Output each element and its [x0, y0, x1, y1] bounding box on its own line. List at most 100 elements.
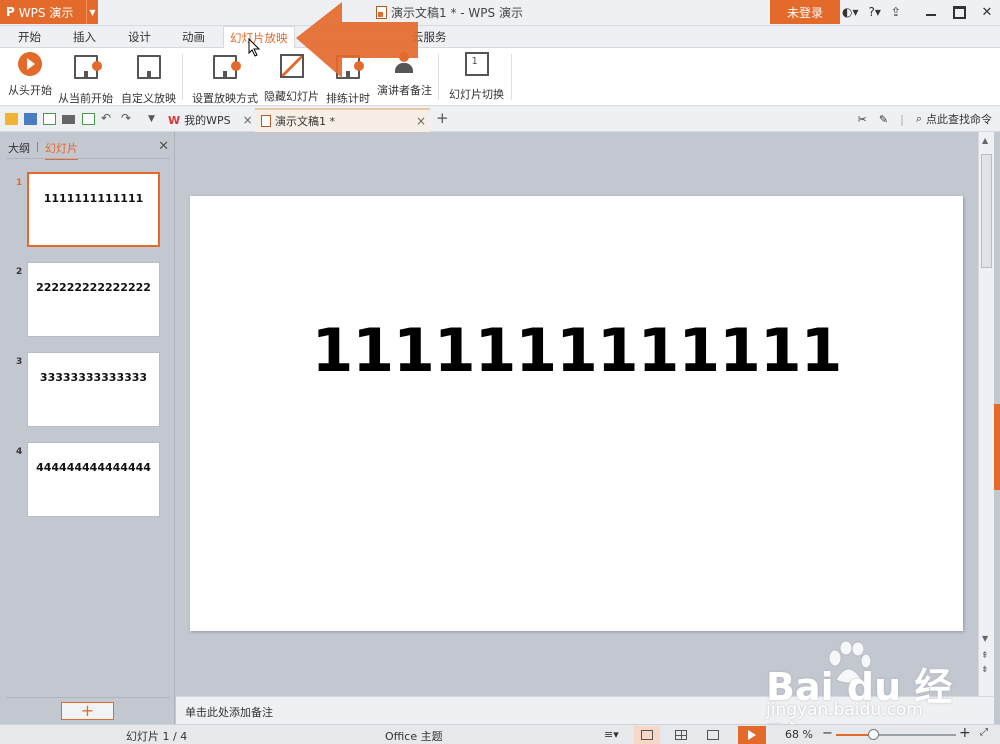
add-slide-button[interactable]: +: [61, 702, 114, 720]
undo-icon[interactable]: ↶: [101, 111, 111, 125]
play-from-start-label: 从头开始: [8, 84, 52, 97]
window-controls: ✕: [924, 0, 994, 24]
print-preview-icon[interactable]: [82, 113, 95, 125]
play-from-current-label: 从当前开始: [58, 92, 113, 105]
skin-icon[interactable]: ◐▾: [842, 5, 859, 19]
play-from-current-button[interactable]: 从当前开始: [58, 52, 113, 106]
app-menu-button[interactable]: P WPS 演示 ▼: [0, 0, 98, 24]
close-icon[interactable]: ×: [243, 113, 253, 127]
slide-counter: 幻灯片 1 / 4: [126, 730, 188, 743]
theme-name: Office 主题: [385, 730, 443, 743]
slide-sorter-icon: [675, 730, 687, 740]
zoom-slider-knob[interactable]: [868, 729, 880, 740]
play-current-icon: [73, 55, 102, 79]
scroll-up-icon[interactable]: ▲: [982, 136, 988, 145]
search-command-input[interactable]: 点此查找命令: [926, 111, 992, 127]
help-label: ?: [868, 5, 875, 19]
wps-logo-icon: P: [6, 5, 15, 19]
app-name: WPS 演示: [18, 5, 74, 20]
thumbnail-text: 33333333333333: [39, 371, 148, 384]
tab-design[interactable]: 设计: [128, 26, 151, 48]
slide-title-text[interactable]: 1111111111111: [190, 316, 963, 386]
tab-outline[interactable]: 大纲: [8, 140, 30, 156]
setup-show-button[interactable]: 设置放映方式: [192, 52, 258, 106]
tab-home[interactable]: 开始: [18, 26, 41, 48]
slide-thumbnail[interactable]: 444444444444444: [27, 442, 160, 517]
vertical-scrollbar[interactable]: ▲ ▼: [978, 132, 994, 696]
zoom-slider[interactable]: [836, 729, 956, 740]
pane-tabs: 大纲 幻灯片 ✕: [0, 136, 175, 160]
doc-tab-label: 演示文稿1 *: [275, 115, 335, 128]
pointer-arrow-overlay: [296, 2, 418, 78]
tab-divider: [37, 142, 38, 152]
print-icon[interactable]: [62, 115, 75, 124]
scrollbar-thumb[interactable]: [981, 154, 992, 268]
divider: |: [900, 112, 904, 126]
close-icon[interactable]: ×: [416, 114, 426, 128]
custom-show-label: 自定义放映: [121, 92, 176, 105]
ribbon-tabs: 开始 插入 设计 动画 幻灯片放映 云服务: [0, 26, 1000, 49]
presentation-file-icon: [261, 115, 271, 127]
doc-tab-my-wps[interactable]: W 我的WPS ×: [162, 108, 254, 132]
pin-icon[interactable]: ✂: [858, 113, 867, 126]
customize-toolbar-icon[interactable]: ▼: [148, 114, 155, 126]
scroll-down-icon[interactable]: ▼: [982, 634, 988, 643]
side-panel-handle[interactable]: [994, 404, 1000, 490]
next-slide-icon[interactable]: ⇟: [981, 665, 989, 675]
normal-view-icon: [641, 730, 653, 740]
normal-view-button[interactable]: [634, 726, 660, 744]
maximize-icon[interactable]: [952, 5, 966, 19]
setup-show-label: 设置放映方式: [192, 92, 258, 105]
reading-view-button[interactable]: [700, 726, 726, 744]
previous-slide-icon[interactable]: ⇞: [981, 651, 989, 661]
export-pdf-icon[interactable]: [43, 113, 56, 125]
play-from-start-button[interactable]: 从头开始: [8, 52, 52, 98]
reading-view-icon: [707, 730, 719, 740]
feedback-icon[interactable]: ✎: [879, 113, 888, 126]
slide-thumbnail[interactable]: 33333333333333: [27, 352, 160, 427]
status-bar: 幻灯片 1 / 4 Office 主题 ≡▾ 68 % − + ⤢: [0, 724, 1000, 744]
slide-thumbnail[interactable]: 1111111111111: [27, 172, 160, 247]
close-icon[interactable]: ✕: [158, 139, 169, 154]
transition-icon: [464, 52, 489, 76]
close-icon[interactable]: ✕: [980, 5, 994, 20]
new-tab-icon[interactable]: +: [436, 109, 449, 127]
slideshow-play-button[interactable]: [738, 726, 766, 744]
current-slide[interactable]: 1111111111111: [190, 196, 963, 631]
sorter-view-button[interactable]: [668, 726, 694, 744]
minimize-icon[interactable]: [924, 5, 938, 19]
zoom-in-icon[interactable]: +: [959, 725, 971, 741]
notes-toggle-icon[interactable]: ≡▾: [604, 728, 619, 741]
slide-canvas: 1111111111111: [176, 132, 978, 696]
title-bar: P WPS 演示 ▼ 演示文稿1 * - WPS 演示 未登录 ◐▾ ?▾ ⇪ …: [0, 0, 1000, 26]
slide-number: 1: [16, 178, 23, 188]
custom-show-button[interactable]: 自定义放映: [121, 52, 176, 106]
save-icon[interactable]: [24, 113, 37, 125]
watermark-url: jingyan.baidu.com: [766, 700, 923, 720]
doc-tab-presentation[interactable]: 演示文稿1 * ×: [255, 108, 430, 132]
tab-slides[interactable]: 幻灯片: [45, 140, 78, 160]
help-icon[interactable]: ?▾: [869, 5, 881, 19]
slide-transition-button[interactable]: 幻灯片切换: [449, 52, 504, 102]
zoom-out-icon[interactable]: −: [822, 726, 833, 741]
upload-icon[interactable]: ⇪: [891, 5, 901, 19]
zoom-level[interactable]: 68 %: [785, 728, 813, 741]
open-folder-icon[interactable]: [5, 113, 18, 125]
slide-thumbnail[interactable]: 222222222222222: [27, 262, 160, 337]
search-icon[interactable]: ⌕: [916, 112, 922, 126]
thumbnail-text: 222222222222222: [36, 281, 151, 294]
fit-window-icon[interactable]: ⤢: [980, 727, 988, 738]
redo-icon[interactable]: ↷: [121, 111, 131, 125]
custom-show-icon: [136, 55, 161, 79]
login-button[interactable]: 未登录: [770, 0, 840, 24]
thumbnail-text: 1111111111111: [43, 192, 144, 205]
tab-animation[interactable]: 动画: [182, 26, 205, 48]
ribbon-divider: [438, 54, 439, 100]
setup-show-icon: [213, 55, 241, 79]
doc-tab-label: 我的WPS: [184, 114, 231, 127]
ribbon-divider: [511, 54, 512, 100]
chevron-down-icon[interactable]: ▼: [86, 0, 98, 24]
tab-insert[interactable]: 插入: [73, 26, 96, 48]
titlebar-tools: ◐▾ ?▾ ⇪: [842, 0, 901, 24]
quick-access-bar: ↶ ↷ ▼ W 我的WPS × 演示文稿1 * × + ✂ ✎ | ⌕ 点此查找…: [0, 106, 1000, 132]
